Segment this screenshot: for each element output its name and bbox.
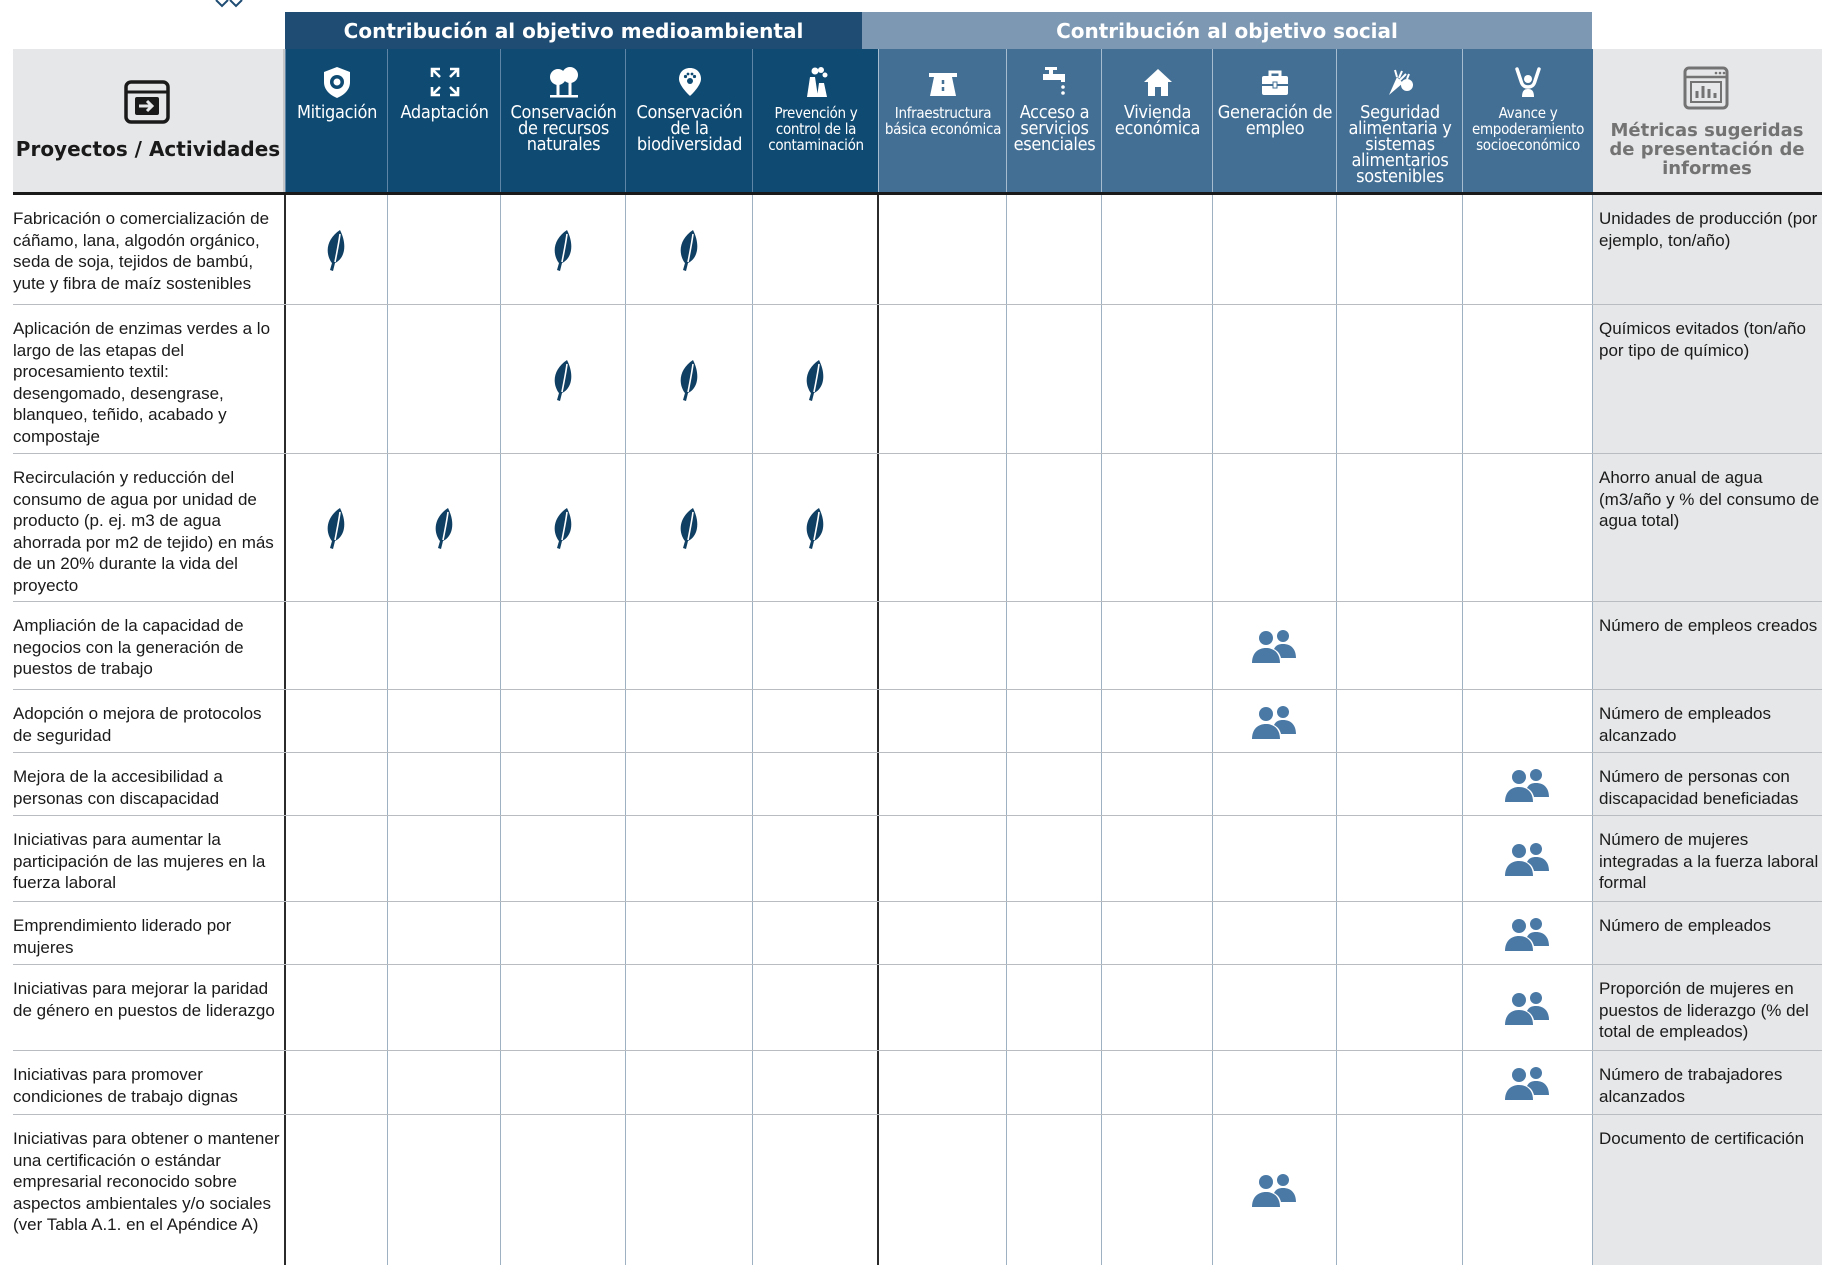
leaf-icon xyxy=(675,228,703,272)
projects-header: Proyectos / Actividades xyxy=(13,49,285,193)
table-row: Ampliación de la capacidad de negocios c… xyxy=(13,602,1822,690)
column-header-pol: Prevención y control de la contaminación xyxy=(752,49,879,193)
metric-text: Número de empleados alcanzado xyxy=(1599,704,1771,745)
metric-text: Número de empleados xyxy=(1599,916,1771,935)
metric-text: Número de personas con discapacidad bene… xyxy=(1599,767,1799,808)
table-row: Aplicación de enzimas verdes a lo largo … xyxy=(13,305,1822,454)
metric-text: Número de trabajadores alcanzados xyxy=(1599,1065,1783,1106)
table-row: Emprendimiento liderado por mujeres Númer… xyxy=(13,902,1822,965)
metric-text: Ahorro anual de agua (m3/año y % del con… xyxy=(1599,468,1820,530)
activity-text: Iniciativas para aumentar la participaci… xyxy=(13,830,266,892)
people-icon xyxy=(1503,766,1551,804)
leaf-icon xyxy=(430,506,458,550)
column-label: Conservación de la biodiversidad xyxy=(636,102,743,155)
trees-icon xyxy=(549,67,578,98)
activity-text: Aplicación de enzimas verdes a lo largo … xyxy=(13,319,271,446)
people-icon xyxy=(1503,1064,1551,1102)
activity-text: Iniciativas para obtener o mantener una … xyxy=(13,1129,280,1234)
column-header-seg: Seguridad alimentaria y sistemas aliment… xyxy=(1336,49,1463,193)
faucet-icon xyxy=(1042,67,1065,95)
table-row: Mejora de la accesibilidad a personas co… xyxy=(13,753,1822,816)
table-row: Iniciativas para mejorar la paridad de g… xyxy=(13,965,1822,1051)
people-icon xyxy=(1503,989,1551,1027)
briefcase-icon xyxy=(1262,70,1288,95)
leaf-icon xyxy=(675,506,703,550)
metric-text: Químicos evitados (ton/año por tipo de q… xyxy=(1599,319,1806,360)
column-label: Generación de empleo xyxy=(1217,102,1333,139)
table-row: Recirculación y reducción del consumo de… xyxy=(13,454,1822,602)
table-row: Iniciativas para aumentar la participaci… xyxy=(13,816,1822,902)
house-icon xyxy=(1143,69,1172,96)
column-header-ada: Adaptación xyxy=(387,49,501,193)
bar-chart-window-icon xyxy=(1683,66,1729,110)
chimney-icon xyxy=(807,67,828,97)
table-row: Adopción o mejora de protocolos de segur… xyxy=(13,690,1822,753)
activity-text: Recirculación y reducción del consumo de… xyxy=(13,468,274,595)
column-label: Avance y empoderamiento socioeconómico xyxy=(1471,104,1585,154)
leaf-icon xyxy=(549,358,577,402)
column-label: Acceso a servicios esenciales xyxy=(1013,102,1096,155)
column-label: Seguridad alimentaria y sistemas aliment… xyxy=(1348,102,1452,187)
people-icon xyxy=(1503,915,1551,953)
expand-arrows-icon xyxy=(430,67,459,97)
metric-text: Unidades de producción (por ejemplo, ton… xyxy=(1599,209,1818,250)
leaf-icon xyxy=(322,228,350,272)
leaf-icon xyxy=(675,358,703,402)
column-header-acc: Acceso a servicios esenciales xyxy=(1006,49,1102,193)
leaf-icon xyxy=(549,506,577,550)
table-row: Iniciativas para obtener o mantener una … xyxy=(13,1115,1822,1264)
column-label: Prevención y control de la contaminación xyxy=(768,104,864,154)
column-header-viv: Vivienda económica xyxy=(1101,49,1213,193)
column-header-mit: Mitigación xyxy=(285,49,388,193)
table-row: Fabricación o comercialización de cáñamo… xyxy=(13,195,1822,305)
column-header-ava: Avance y empoderamiento socioeconómico xyxy=(1462,49,1593,193)
metrics-title: Métricas sugeridas de presentación de in… xyxy=(1609,120,1805,179)
projects-title: Proyectos / Actividades xyxy=(15,137,281,161)
column-label: Conservación de recursos naturales xyxy=(510,102,617,155)
activity-text: Adopción o mejora de protocolos de segur… xyxy=(13,704,262,745)
people-icon xyxy=(1250,703,1298,741)
activity-text: Fabricación o comercialización de cáñamo… xyxy=(13,209,270,293)
leaf-icon xyxy=(801,506,829,550)
person-raised-icon xyxy=(1515,67,1541,97)
leaf-icon xyxy=(322,506,350,550)
page-top-mark xyxy=(215,0,243,8)
activity-text: Emprendimiento liderado por mujeres xyxy=(13,916,232,957)
activity-text: Mejora de la accesibilidad a personas co… xyxy=(13,767,223,808)
browser-arrow-icon xyxy=(124,80,170,124)
column-label: Mitigación xyxy=(296,102,378,123)
people-icon xyxy=(1250,1171,1298,1209)
activity-text: Iniciativas para mejorar la paridad de g… xyxy=(13,979,275,1020)
column-header-rec: Conservación de recursos naturales xyxy=(500,49,626,193)
metric-text: Documento de certificación xyxy=(1599,1129,1805,1148)
leaf-icon xyxy=(801,358,829,402)
activity-text: Ampliación de la capacidad de negocios c… xyxy=(13,616,244,678)
column-label: Infraestructura básica económica xyxy=(884,104,1002,138)
column-label: Vivienda económica xyxy=(1114,102,1201,139)
leaf-icon xyxy=(549,228,577,272)
road-icon xyxy=(929,73,957,96)
env-group-header: Contribución al objetivo medioambiental xyxy=(285,12,862,49)
metric-text: Número de mujeres integradas a la fuerza… xyxy=(1599,830,1819,892)
people-icon xyxy=(1250,627,1298,665)
shield-gear-icon xyxy=(324,67,350,98)
metric-text: Número de empleos creados xyxy=(1599,616,1818,635)
column-label: Adaptación xyxy=(400,102,489,123)
column-header-bio: Conservación de la biodiversidad xyxy=(625,49,753,193)
vegetables-icon xyxy=(1389,69,1413,95)
activity-text: Iniciativas para promover condiciones de… xyxy=(13,1065,238,1106)
people-icon xyxy=(1503,840,1551,878)
social-group-header: Contribución al objetivo social xyxy=(862,12,1592,49)
table-row: Iniciativas para promover condiciones de… xyxy=(13,1051,1822,1115)
column-header-emp: Generación de empleo xyxy=(1212,49,1337,193)
paw-pin-icon xyxy=(678,68,701,96)
column-header-inf: Infraestructura básica económica xyxy=(878,49,1007,193)
metric-text: Proporción de mujeres en puestos de lide… xyxy=(1599,979,1809,1041)
metrics-header: Métricas sugeridas de presentación de in… xyxy=(1592,49,1822,193)
